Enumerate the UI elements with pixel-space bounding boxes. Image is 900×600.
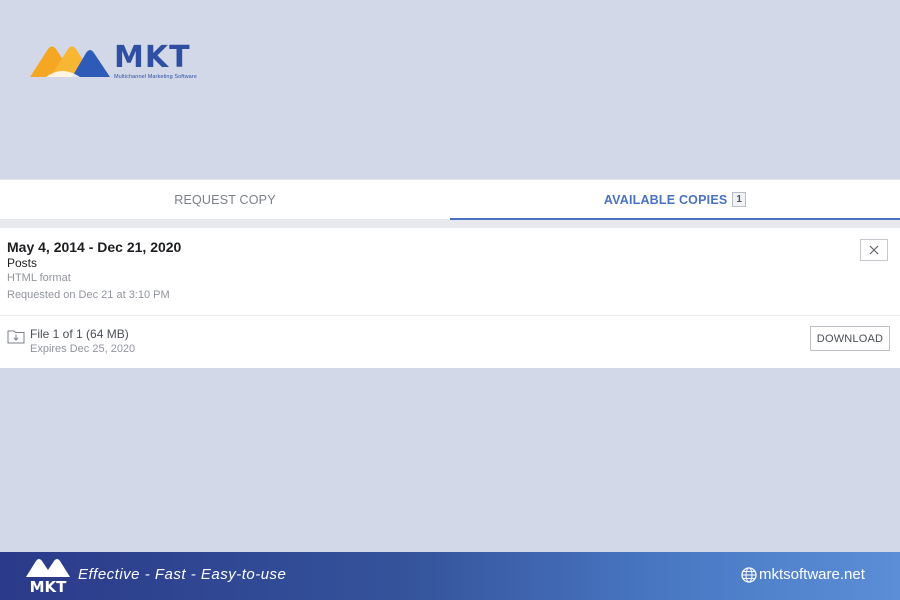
logo-mark-icon bbox=[30, 46, 110, 77]
expiry-date: Expires Dec 25, 2020 bbox=[30, 343, 136, 355]
logo-subtitle: Multichannel Marketing Software bbox=[114, 73, 197, 80]
page: MKT Multichannel Marketing Software REQU… bbox=[0, 0, 900, 600]
footer-logo-icon: MKT bbox=[26, 559, 70, 596]
tab-available-copies[interactable]: AVAILABLE COPIES 1 bbox=[450, 180, 900, 221]
tagline: Effective - Fast - Easy-to-use bbox=[78, 566, 287, 583]
date-range: May 4, 2014 - Dec 21, 2020 bbox=[7, 239, 182, 255]
tab-label: REQUEST COPY bbox=[174, 192, 276, 207]
footer-logo-text: MKT bbox=[30, 578, 68, 596]
tab-bar: REQUEST COPY AVAILABLE COPIES 1 bbox=[0, 179, 900, 221]
tab-label: AVAILABLE COPIES bbox=[603, 192, 728, 207]
brand-logo: MKT Multichannel Marketing Software bbox=[28, 40, 208, 82]
website-link[interactable]: mktsoftware.net bbox=[741, 566, 865, 583]
tab-request-copy[interactable]: REQUEST COPY bbox=[0, 180, 450, 221]
globe-icon bbox=[741, 566, 757, 583]
count-badge: 1 bbox=[732, 192, 747, 207]
file-download-icon bbox=[7, 330, 25, 344]
copy-details: May 4, 2014 - Dec 21, 2020 Posts HTML fo… bbox=[0, 228, 900, 316]
download-button[interactable]: DOWNLOAD bbox=[810, 326, 890, 351]
close-icon bbox=[869, 245, 879, 255]
file-format: HTML format bbox=[7, 272, 71, 284]
close-button[interactable] bbox=[860, 239, 888, 261]
content-type: Posts bbox=[7, 256, 38, 270]
file-info: File 1 of 1 (64 MB) bbox=[30, 327, 129, 341]
footer-banner: MKT Effective - Fast - Easy-to-use mktso… bbox=[0, 552, 900, 600]
file-row: File 1 of 1 (64 MB) Expires Dec 25, 2020… bbox=[0, 316, 900, 368]
divider bbox=[0, 220, 900, 228]
copy-card: May 4, 2014 - Dec 21, 2020 Posts HTML fo… bbox=[0, 228, 900, 368]
website-text: mktsoftware.net bbox=[759, 566, 865, 583]
requested-time: Requested on Dec 21 at 3:10 PM bbox=[7, 289, 170, 301]
logo-title: MKT bbox=[114, 39, 191, 75]
